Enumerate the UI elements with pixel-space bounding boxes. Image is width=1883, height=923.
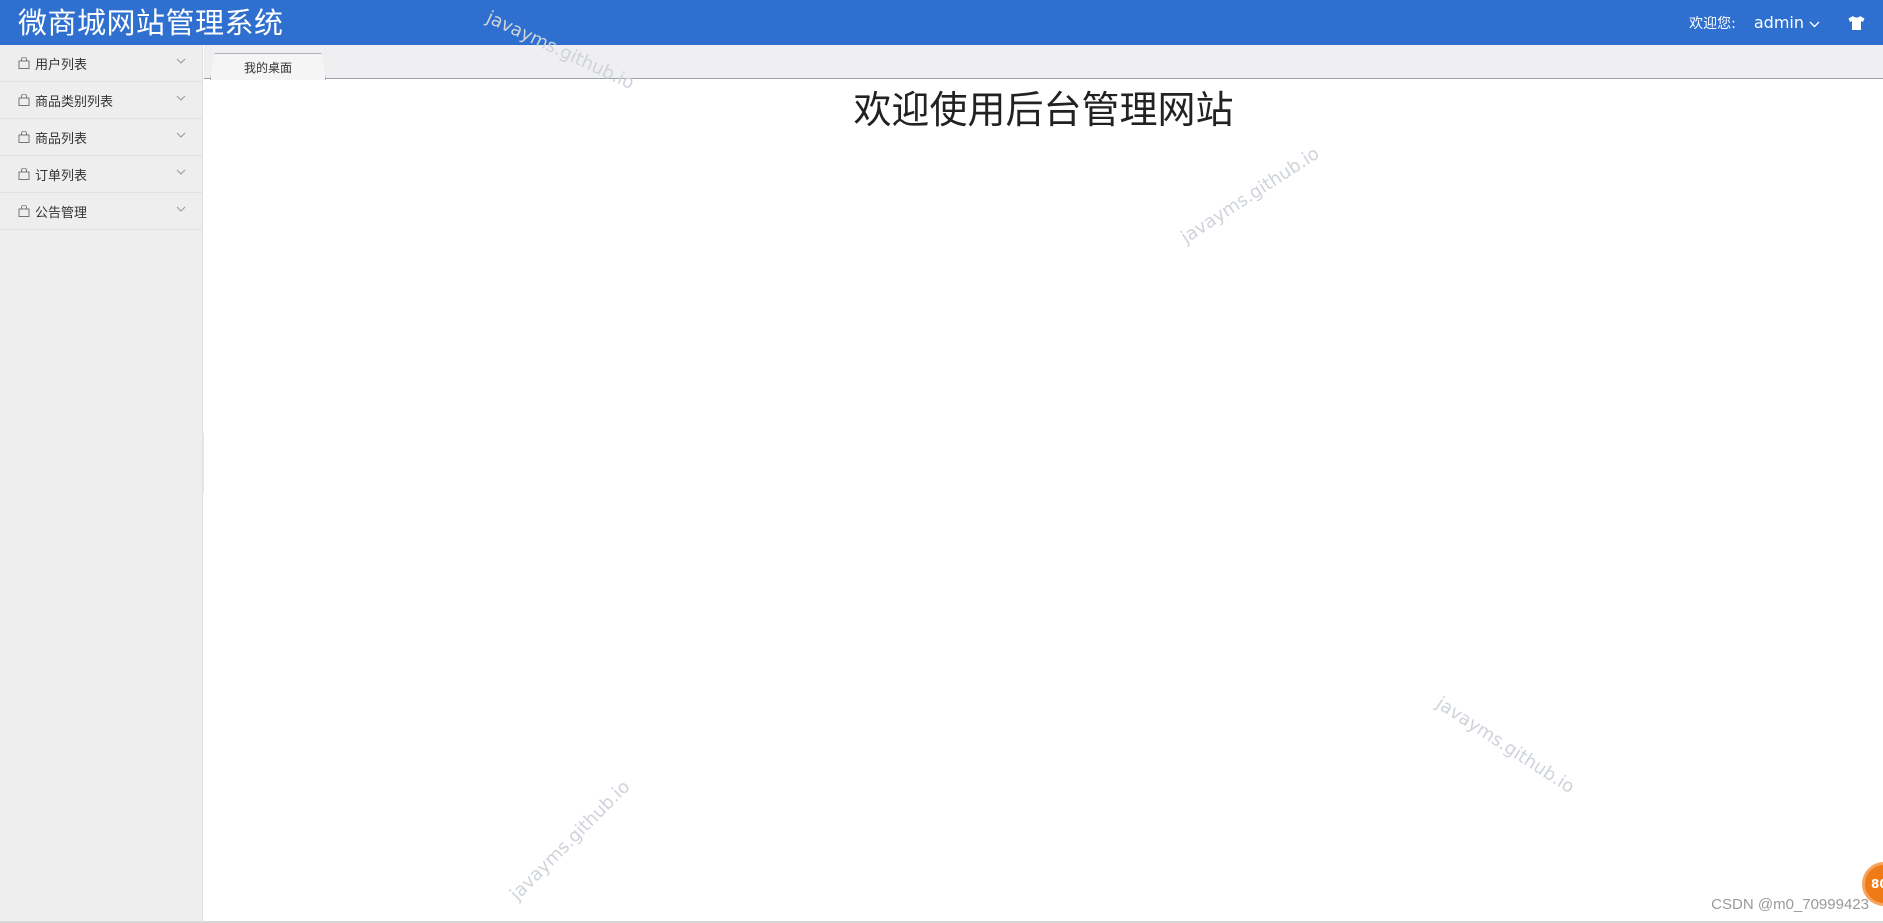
chevron-down-icon [1809, 13, 1820, 32]
main-content: 欢迎使用后台管理网站 [204, 80, 1883, 923]
chevron-down-icon [176, 169, 186, 175]
sidebar-item-label: 商品列表 [35, 131, 88, 147]
sidebar-menu: 用户列表 商品类别列表 商品列表 订单列表 公告管理 [0, 45, 203, 923]
sidebar-item-announcements[interactable]: 公告管理 [0, 193, 202, 230]
tshirt-icon[interactable] [1848, 15, 1865, 30]
chevron-down-icon [176, 132, 186, 138]
page: 微商城网站管理系统 欢迎您: admin 用户列表 商品类别列表 商品列表 订单… [0, 0, 1883, 923]
tab-my-desktop[interactable]: 我的桌面 [210, 53, 326, 80]
shopping-bag-icon [18, 168, 30, 180]
app-title: 微商城网站管理系统 [18, 6, 284, 40]
sidebar-item-label: 用户列表 [35, 57, 88, 73]
shopping-bag-icon [18, 94, 30, 106]
badge-count: 80 [1871, 877, 1883, 891]
shopping-bag-icon [18, 57, 30, 69]
sidebar-item-label: 订单列表 [35, 168, 88, 184]
csdn-watermark: CSDN @m0_70999423 [1711, 896, 1869, 913]
welcome-label: 欢迎您: [1689, 15, 1736, 32]
chevron-down-icon [176, 206, 186, 212]
sidebar-item-product-list[interactable]: 商品列表 [0, 119, 202, 156]
user-area: 欢迎您: admin [1689, 0, 1865, 45]
sidebar-item-label: 商品类别列表 [35, 94, 114, 110]
shopping-bag-icon [18, 205, 30, 217]
chevron-down-icon [176, 95, 186, 101]
sidebar-item-category-list[interactable]: 商品类别列表 [0, 82, 202, 119]
sidebar-item-order-list[interactable]: 订单列表 [0, 156, 202, 193]
welcome-heading: 欢迎使用后台管理网站 [853, 88, 1234, 132]
shopping-bag-icon [18, 131, 30, 143]
top-header: 微商城网站管理系统 欢迎您: admin [0, 0, 1883, 45]
chevron-down-icon [176, 58, 186, 64]
tab-bar: 我的桌面 [204, 45, 1883, 80]
sidebar-item-user-list[interactable]: 用户列表 [0, 45, 202, 82]
sidebar-item-label: 公告管理 [35, 205, 88, 221]
user-dropdown[interactable]: admin [1754, 13, 1820, 32]
tab-label: 我的桌面 [243, 60, 292, 75]
username: admin [1753, 13, 1804, 32]
